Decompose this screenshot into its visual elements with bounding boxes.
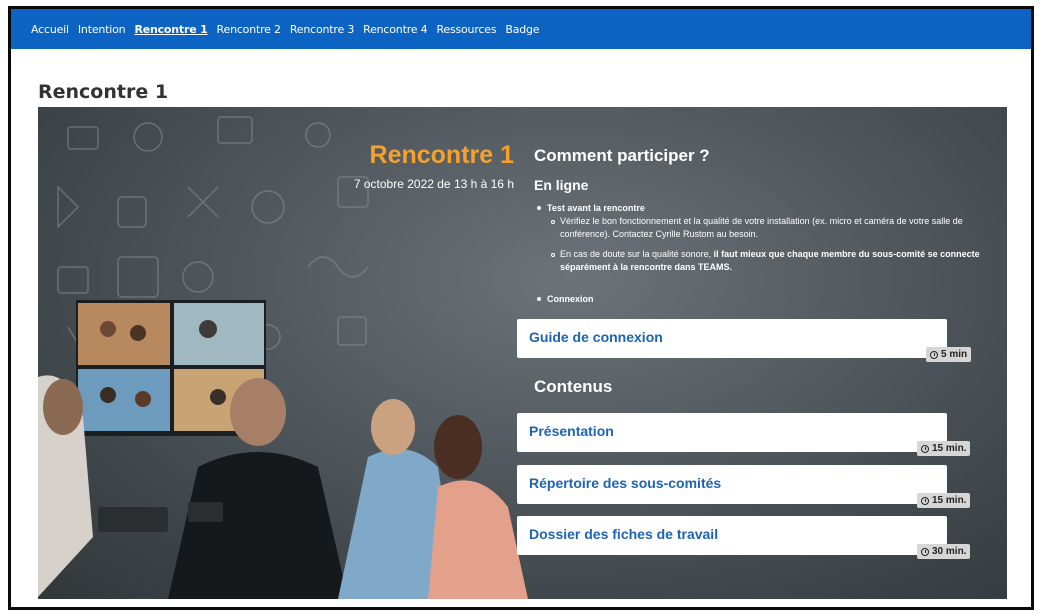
duration-text: 15 min. — [932, 495, 967, 506]
clock-icon — [921, 444, 929, 453]
duration-text: 30 min. — [932, 546, 967, 557]
hero-title: Rencontre 1 — [369, 141, 514, 169]
nav-rencontre-4[interactable]: Rencontre 4 — [363, 23, 427, 36]
guide-connexion-card[interactable]: Guide de connexion — [517, 319, 947, 358]
bullet-ring — [551, 253, 555, 257]
bullet-dot — [537, 297, 541, 301]
app-frame: Accueil Intention Rencontre 1 Rencontre … — [8, 6, 1034, 610]
guide-connexion-link[interactable]: Guide de connexion — [529, 329, 663, 345]
test-item-1: Vérifiez le bon fonctionnement et la qua… — [560, 216, 963, 239]
duration-badge: 15 min. — [917, 493, 971, 508]
nav-ressources[interactable]: Ressources — [436, 23, 496, 36]
online-heading: En ligne — [534, 177, 589, 193]
bullet-dot — [537, 206, 541, 210]
dossier-link[interactable]: Dossier des fiches de travail — [529, 526, 718, 542]
nav-rencontre-2[interactable]: Rencontre 2 — [217, 23, 281, 36]
page-title: Rencontre 1 — [38, 81, 169, 103]
nav-rencontre-3[interactable]: Rencontre 3 — [290, 23, 354, 36]
test-item-2-text: En cas de doute sur la qualité sonore, — [560, 249, 714, 259]
duration-badge: 15 min. — [917, 441, 971, 456]
clock-icon — [921, 547, 929, 556]
presentation-link[interactable]: Présentation — [529, 423, 614, 439]
duration-text: 5 min — [941, 349, 968, 360]
repertoire-link[interactable]: Répertoire des sous-comités — [529, 475, 721, 491]
connexion-label: Connexion — [547, 294, 594, 304]
top-navigation: Accueil Intention Rencontre 1 Rencontre … — [11, 9, 1031, 49]
nav-intention[interactable]: Intention — [78, 23, 126, 36]
test-label: Test avant la rencontre — [547, 203, 645, 213]
nav-rencontre-1[interactable]: Rencontre 1 — [134, 23, 207, 36]
repertoire-card[interactable]: Répertoire des sous-comités — [517, 465, 947, 504]
participate-heading: Comment participer ? — [534, 146, 710, 165]
test-item-2: En cas de doute sur la qualité sonore, i… — [560, 248, 980, 274]
nav-badge[interactable]: Badge — [505, 23, 539, 36]
contents-heading: Contenus — [534, 377, 613, 396]
dossier-card[interactable]: Dossier des fiches de travail — [517, 516, 947, 555]
hero-date: 7 octobre 2022 de 13 h à 16 h — [353, 177, 514, 191]
bullet-ring — [551, 220, 555, 224]
clock-icon — [921, 496, 929, 505]
nav-accueil[interactable]: Accueil — [31, 23, 69, 36]
duration-badge: 30 min. — [917, 544, 971, 559]
presentation-card[interactable]: Présentation — [517, 413, 947, 452]
clock-icon — [930, 350, 938, 359]
duration-text: 15 min. — [932, 443, 967, 454]
duration-badge: 5 min — [926, 347, 972, 362]
